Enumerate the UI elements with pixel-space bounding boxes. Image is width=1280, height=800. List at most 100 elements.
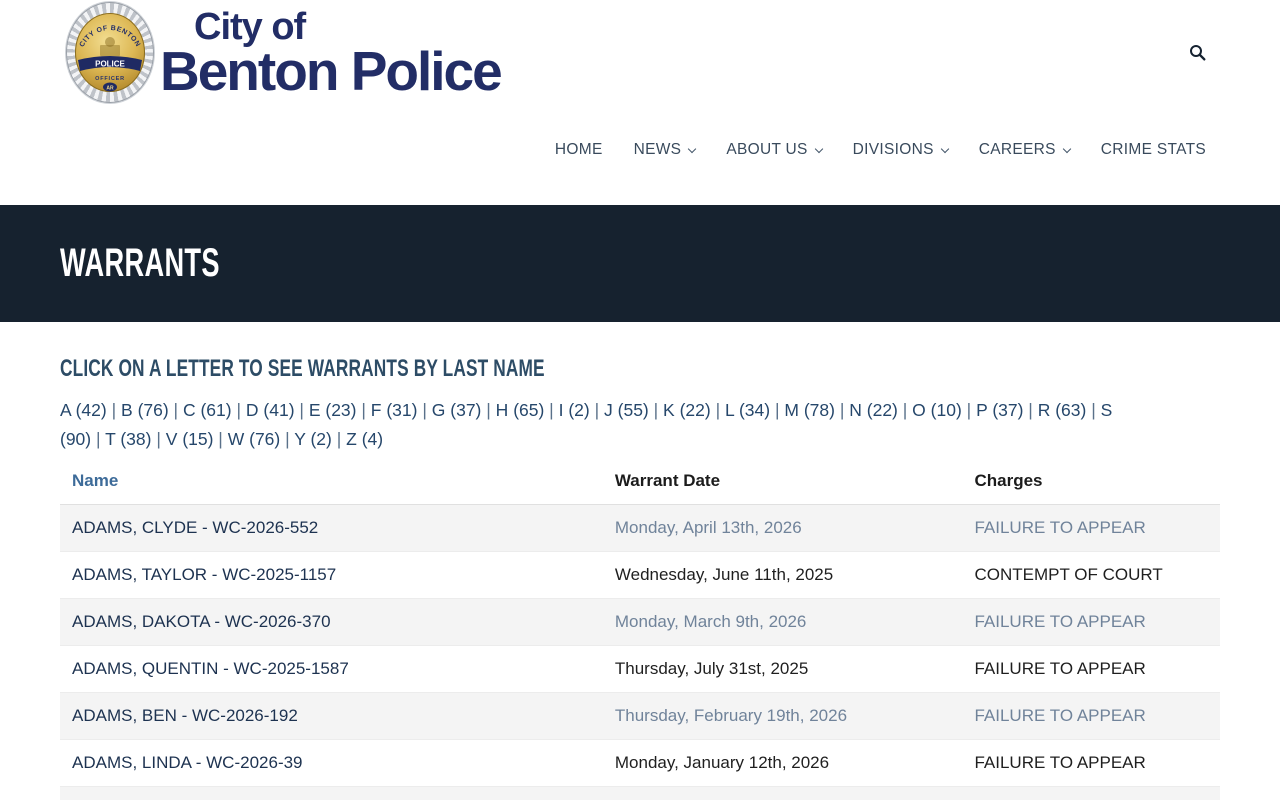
letter-separator: | [897,400,913,420]
letter-count-S: (90) [60,429,92,449]
nav-item-careers[interactable]: CAREERS [979,141,1072,159]
warrant-name-link[interactable]: ADAMS, LINDA - WC-2026-39 [72,753,303,772]
letter-separator: | [481,400,496,420]
warrant-date: Thursday, February 19th, 2026 [602,692,963,740]
nav-item-about-us[interactable]: ABOUT US [726,141,823,159]
letter-link-H[interactable]: H [496,400,509,420]
letter-count-A: (42) [75,400,107,420]
letter-count-O: (10) [930,400,962,420]
letter-count-F: (31) [386,400,418,420]
letters-subheading: CLICK ON A LETTER TO SEE WARRANTS BY LAS… [60,355,545,382]
letter-separator: | [589,400,605,420]
letter-separator: | [91,429,106,449]
letter-link-D[interactable]: D [246,400,259,420]
chevron-down-icon [940,144,949,153]
letter-link-N[interactable]: N [849,400,862,420]
letter-link-P[interactable]: P [976,400,987,420]
badge-detail: CITY OF BENTON POLICE OFFICER AR [78,25,142,92]
warrant-name-link[interactable]: ADAMS, BEN - WC-2026-192 [72,706,298,725]
brand-text: City of Benton Police [160,2,503,98]
letter-link-Y[interactable]: Y [294,429,305,449]
letter-separator: | [417,400,432,420]
letter-link-V[interactable]: V [166,429,178,449]
svg-text:OFFICER: OFFICER [95,76,125,82]
warrant-charges: FAILURE TO APPEAR [962,786,1220,800]
letter-separator: | [168,400,183,420]
letter-separator: | [544,400,559,420]
column-header-charges: Charges [962,462,1220,505]
warrants-table: Name Warrant Date Charges ADAMS, CLYDE -… [60,462,1220,800]
warrant-charges: FAILURE TO APPEAR [962,692,1220,740]
letter-count-K: (22) [679,400,711,420]
police-badge-logo: CITY OF BENTON POLICE OFFICER AR [66,2,154,103]
letter-link-O[interactable]: O [912,400,926,420]
letter-link-K[interactable]: K [663,400,675,420]
letter-link-M[interactable]: M [784,400,799,420]
letter-count-I: (2) [568,400,590,420]
letter-count-B: (76) [137,400,169,420]
nav-item-news[interactable]: NEWS [634,141,697,159]
letter-link-A[interactable]: A [60,400,71,420]
letter-separator: | [151,429,166,449]
warrant-row: ADAMS, DAKOTA - WC-2026-370 Monday, March… [60,598,1220,646]
letter-separator: | [961,400,977,420]
letter-separator: | [331,429,347,449]
warrant-date: Monday, April 13th, 2026 [602,504,963,552]
letter-separator: | [280,429,295,449]
letter-count-T: (38) [120,429,152,449]
warrant-date: Monday, January 12th, 2026 [602,786,963,800]
warrant-name-link[interactable]: ADAMS, TAYLOR - WC-2025-1157 [72,565,336,584]
search-button[interactable] [1187,42,1208,66]
warrant-row: ADAMS, BEN - WC-2026-192 Thursday, Februa… [60,692,1220,740]
chevron-down-icon [688,144,697,153]
warrant-row: ADAMS, QUENTIN - WC-2025-1587 Thursday, J… [60,645,1220,693]
letter-separator: | [770,400,785,420]
letter-link-J[interactable]: J [604,400,613,420]
letter-link-R[interactable]: R [1038,400,1051,420]
nav-item-crime-stats[interactable]: CRIME STATS [1101,141,1206,159]
chevron-down-icon [814,144,823,153]
letter-link-C[interactable]: C [183,400,196,420]
letter-count-P: (37) [992,400,1024,420]
warrant-date: Thursday, July 31st, 2025 [602,645,963,693]
letter-count-M: (78) [803,400,835,420]
search-icon [1190,45,1206,61]
letter-separator: | [231,400,246,420]
nav-item-home[interactable]: HOME [555,141,603,159]
letter-link-G[interactable]: G [432,400,446,420]
letter-link-W[interactable]: W [228,429,245,449]
warrant-name-link[interactable]: ADAMS, CLYDE - WC-2026-552 [72,518,318,537]
letter-separator: | [106,400,121,420]
letter-count-N: (22) [866,400,898,420]
warrant-charges: FAILURE TO APPEAR [962,598,1220,646]
letter-link-S[interactable]: S [1101,400,1113,420]
letter-separator: | [648,400,664,420]
letter-separator: | [213,429,228,449]
letter-count-D: (41) [263,400,295,420]
letter-link-I[interactable]: I [559,400,564,420]
site-logo[interactable]: CITY OF BENTON POLICE OFFICER AR City of… [66,2,503,103]
main-nav: HOME NEWS ABOUT US DIVISIONS CAREERS CRIME ST… [555,141,1206,159]
column-header-name[interactable]: Name [60,462,603,505]
warrant-date: Wednesday, June 11th, 2025 [602,551,963,599]
letter-count-C: (61) [200,400,232,420]
letter-count-Y: (2) [310,429,332,449]
nav-item-divisions[interactable]: DIVISIONS [853,141,949,159]
letter-count-E: (23) [325,400,357,420]
letter-link-L[interactable]: L [725,400,734,420]
letter-link-B[interactable]: B [121,400,133,420]
warrant-date: Monday, January 12th, 2026 [602,739,963,787]
warrant-row: ADAMS, BEN - WC-2026-38Monday, January 1… [60,786,1220,800]
letter-link-E[interactable]: E [309,400,321,420]
warrant-name-link[interactable]: ADAMS, QUENTIN - WC-2025-1587 [72,659,349,678]
warrant-row: ADAMS, CLYDE - WC-2026-552 Monday, April … [60,504,1220,552]
letter-link-T[interactable]: T [105,429,115,449]
main-content: CLICK ON A LETTER TO SEE WARRANTS BY LAS… [60,322,1220,800]
warrant-name-link[interactable]: ADAMS, DAKOTA - WC-2026-370 [72,612,331,631]
letter-link-F[interactable]: F [371,400,382,420]
page-banner: WARRANTS [0,205,1280,322]
svg-text:AR: AR [106,85,114,91]
letter-link-Z[interactable]: Z [346,429,357,449]
letter-separator: | [710,400,726,420]
warrant-charges: FAILURE TO APPEAR [962,504,1220,552]
